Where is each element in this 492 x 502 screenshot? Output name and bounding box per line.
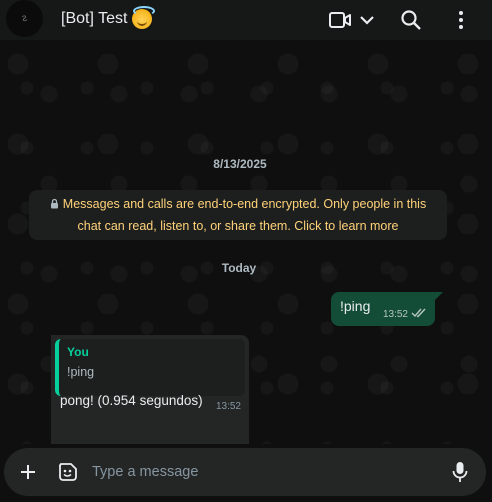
encryption-notice-line2: chat can read, listen to, or share them.… xyxy=(77,219,399,233)
avatar-glyph: ƨ xyxy=(20,12,29,25)
halo-emoji-icon xyxy=(132,6,156,29)
message-text: !ping xyxy=(340,298,371,314)
chat-title: [Bot] Test xyxy=(61,10,128,27)
video-call-icon[interactable] xyxy=(328,8,352,32)
incoming-message-body: pong! (0.954 segundos) 13:52 xyxy=(51,335,249,424)
menu-icon[interactable] xyxy=(449,8,473,32)
encryption-notice[interactable]: Messages and calls are end-to-end encryp… xyxy=(29,190,447,240)
encryption-notice-line1: Messages and calls are end-to-end encryp… xyxy=(62,197,427,211)
outgoing-message[interactable]: !ping 13:52 xyxy=(331,292,443,326)
reply-text: pong! (0.954 segundos) xyxy=(60,393,203,408)
message-time: 13:52 xyxy=(382,309,408,320)
search-icon[interactable] xyxy=(399,8,423,32)
chevron-down-icon[interactable] xyxy=(355,8,379,32)
chat-header: ƨ [Bot] Test xyxy=(0,0,492,40)
plus-icon[interactable] xyxy=(16,460,40,484)
mic-icon[interactable] xyxy=(448,460,472,484)
composer-box xyxy=(4,448,486,496)
composer xyxy=(0,444,492,502)
message-input[interactable] xyxy=(92,460,432,484)
double-check-icon xyxy=(411,308,427,321)
lock-icon xyxy=(50,195,59,216)
today-separator: Today xyxy=(221,261,257,275)
reply-time: 13:52 xyxy=(215,401,241,412)
date-separator: 8/13/2025 xyxy=(213,157,267,171)
chat-title-group[interactable]: [Bot] Test xyxy=(61,6,156,29)
message-meta: 13:52 xyxy=(383,308,427,321)
sticker-icon[interactable] xyxy=(56,460,80,484)
avatar[interactable]: ƨ xyxy=(6,0,43,37)
